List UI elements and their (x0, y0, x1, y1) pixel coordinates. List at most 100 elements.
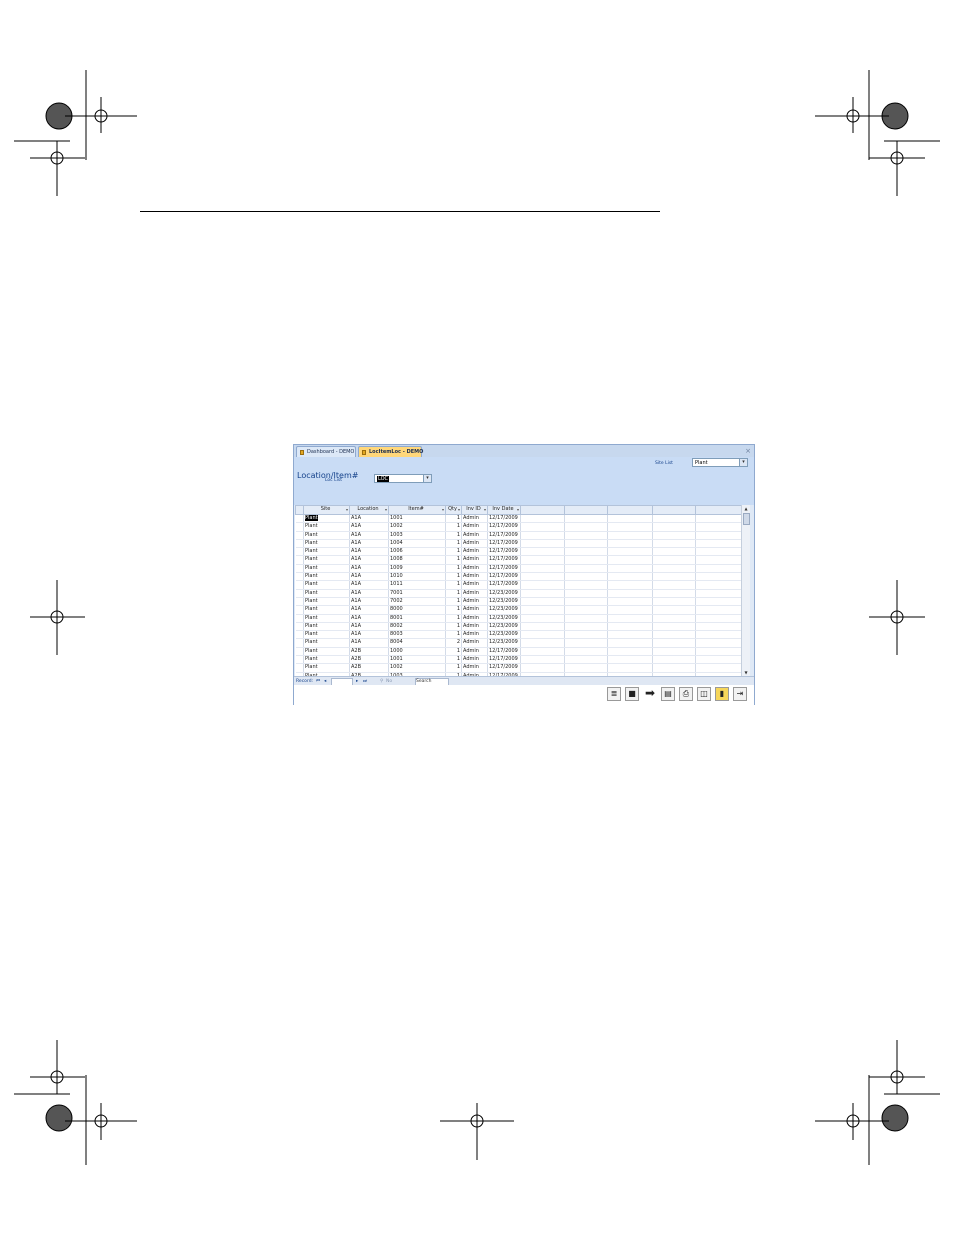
exit-icon[interactable]: ⇥ (733, 687, 747, 701)
cell-invdate[interactable]: 12/17/2009 (487, 655, 521, 665)
cell-invid[interactable]: Admin (461, 514, 488, 524)
cell-item[interactable]: 8000 (388, 605, 446, 615)
table-row[interactable]: Plant A2B 1002 1 Admin 12/17/2009 (295, 663, 743, 673)
vertical-scrollbar[interactable]: ▲ ▼ (741, 505, 750, 676)
row-selector[interactable] (295, 572, 304, 582)
cell-invid[interactable]: Admin (461, 522, 488, 532)
datasheet-grid[interactable]: Site ▾ Location ▾ Item# ▾ Qty ▾ Inv ID ▾ Inv … (295, 505, 744, 676)
table-row[interactable]: Plant A1A 8002 1 Admin 12/23/2009 (295, 622, 743, 632)
cell-item[interactable]: 1001 (388, 514, 446, 524)
cell-site[interactable]: Plant (303, 597, 350, 607)
cell-item[interactable]: 1002 (388, 663, 446, 673)
table-row[interactable]: Plant A1A 1008 1 Admin 12/17/2009 (295, 555, 743, 565)
col-header-invid[interactable]: Inv ID ▾ (461, 505, 488, 515)
cell-location[interactable]: A1A (349, 614, 389, 623)
row-selector[interactable] (295, 522, 304, 532)
cell-invid[interactable]: Admin (461, 547, 488, 557)
cell-site[interactable]: Plant (303, 580, 350, 590)
cell-site[interactable]: Plant (303, 630, 350, 640)
row-selector[interactable] (295, 580, 304, 590)
cell-invid[interactable]: Admin (461, 605, 488, 615)
cell-site[interactable]: Plant (303, 638, 350, 648)
cell-invid[interactable]: Admin (461, 572, 488, 582)
cell-site[interactable]: Plant (303, 514, 350, 524)
cell-location[interactable]: A1A (349, 547, 389, 557)
row-selector[interactable] (295, 614, 304, 623)
cell-invdate[interactable]: 12/23/2009 (487, 638, 521, 648)
site-list-combo[interactable]: Plant ▾ (692, 458, 748, 467)
cell-invdate[interactable]: 12/23/2009 (487, 630, 521, 640)
row-selector[interactable] (295, 647, 304, 657)
table-row[interactable]: Plant A1A 8003 1 Admin 12/23/2009 (295, 630, 743, 640)
cell-qty[interactable]: 1 (445, 531, 462, 540)
row-selector[interactable] (295, 605, 304, 615)
table-row[interactable]: Plant A2B 1000 1 Admin 12/17/2009 (295, 647, 743, 657)
cell-item[interactable]: 1010 (388, 572, 446, 582)
cell-site[interactable]: Plant (303, 522, 350, 532)
cell-qty[interactable]: 1 (445, 663, 462, 673)
cell-invid[interactable]: Admin (461, 564, 488, 574)
cell-invdate[interactable]: 12/23/2009 (487, 605, 521, 615)
cell-location[interactable]: A2B (349, 663, 389, 673)
stop-icon[interactable]: ■ (625, 687, 639, 701)
cell-invdate[interactable]: 12/17/2009 (487, 531, 521, 540)
cell-site[interactable]: Plant (303, 663, 350, 673)
cell-qty[interactable]: 1 (445, 564, 462, 574)
row-selector[interactable] (295, 555, 304, 565)
cell-qty[interactable]: 1 (445, 547, 462, 557)
cell-invdate[interactable]: 12/17/2009 (487, 572, 521, 582)
tab-dashboard[interactable]: Dashboard - DEMO (296, 446, 356, 457)
cell-location[interactable]: A1A (349, 539, 389, 549)
cell-qty[interactable]: 1 (445, 605, 462, 615)
cell-item[interactable]: 1002 (388, 522, 446, 532)
col-header-item[interactable]: Item# ▾ (388, 505, 446, 515)
cell-qty[interactable]: 1 (445, 572, 462, 582)
row-selector[interactable] (295, 589, 304, 598)
cell-location[interactable]: A1A (349, 522, 389, 532)
cell-invdate[interactable]: 12/17/2009 (487, 647, 521, 657)
chevron-down-icon[interactable]: ▾ (423, 475, 431, 482)
cell-qty[interactable]: 1 (445, 514, 462, 524)
list-icon[interactable]: ≣ (607, 687, 621, 701)
loc-list-combo[interactable]: LOC ▾ (374, 474, 432, 483)
cell-invdate[interactable]: 12/17/2009 (487, 580, 521, 590)
cell-qty[interactable]: 1 (445, 580, 462, 590)
cell-invid[interactable]: Admin (461, 589, 488, 598)
cell-invdate[interactable]: 12/17/2009 (487, 539, 521, 549)
scroll-thumb[interactable] (743, 513, 750, 525)
arrow-right-icon[interactable]: ➡ (643, 687, 657, 701)
report-icon[interactable]: ▤ (661, 687, 675, 701)
table-row[interactable]: Plant A1A 8000 1 Admin 12/23/2009 (295, 605, 743, 615)
cell-invdate[interactable]: 12/17/2009 (487, 564, 521, 574)
row-selector[interactable] (295, 531, 304, 540)
cell-location[interactable]: A1A (349, 555, 389, 565)
tab-locitemloc[interactable]: LocItemLoc - DEMO (358, 446, 423, 457)
cell-location[interactable]: A1A (349, 622, 389, 632)
cell-invdate[interactable]: 12/23/2009 (487, 614, 521, 623)
row-selector[interactable] (295, 547, 304, 557)
cell-qty[interactable]: 1 (445, 655, 462, 665)
cell-item[interactable]: 8004 (388, 638, 446, 648)
preview-icon[interactable]: ◫ (697, 687, 711, 701)
cell-item[interactable]: 7002 (388, 597, 446, 607)
cell-item[interactable]: 1003 (388, 531, 446, 540)
cell-item[interactable]: 1008 (388, 555, 446, 565)
cell-item[interactable]: 8001 (388, 614, 446, 623)
cell-invdate[interactable]: 12/23/2009 (487, 622, 521, 632)
chevron-down-icon[interactable]: ▾ (739, 459, 747, 466)
cell-invid[interactable]: Admin (461, 630, 488, 640)
cell-qty[interactable]: 1 (445, 589, 462, 598)
cell-item[interactable]: 1000 (388, 647, 446, 657)
scroll-up-icon[interactable]: ▲ (742, 505, 750, 512)
cell-site[interactable]: Plant (303, 539, 350, 549)
cell-site[interactable]: Plant (303, 555, 350, 565)
cell-qty[interactable]: 1 (445, 622, 462, 632)
table-row[interactable]: Plant A1A 1009 1 Admin 12/17/2009 (295, 564, 743, 574)
row-selector[interactable] (295, 655, 304, 665)
cell-site[interactable]: Plant (303, 564, 350, 574)
cell-invid[interactable]: Admin (461, 531, 488, 540)
cell-invdate[interactable]: 12/23/2009 (487, 597, 521, 607)
cell-site[interactable]: Plant (303, 547, 350, 557)
select-all-corner[interactable] (295, 505, 304, 515)
table-row[interactable]: Plant A1A 1010 1 Admin 12/17/2009 (295, 572, 743, 582)
